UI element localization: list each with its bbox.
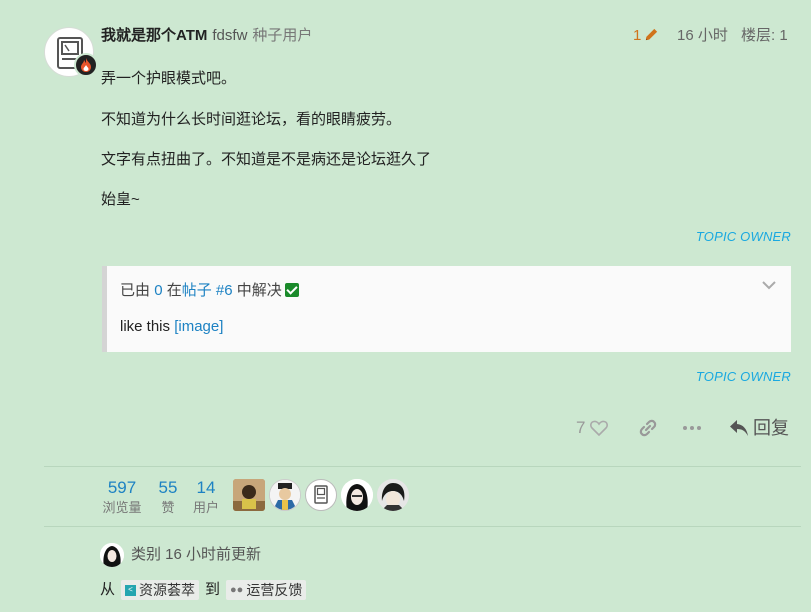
solution-mid: 在 — [166, 282, 182, 299]
flame-icon — [74, 53, 98, 77]
solution-post-link[interactable]: 帖子 #6 — [182, 282, 233, 299]
ellipsis-icon — [683, 426, 701, 430]
second-name[interactable]: fdsfw — [212, 27, 247, 44]
edit-count: 1 — [633, 27, 642, 44]
stat-label: 用户 — [192, 500, 219, 515]
like-button[interactable]: 7 — [576, 417, 609, 439]
post-floor: 楼层: 1 — [741, 27, 788, 44]
category-badge-from[interactable]: < 资源荟萃 — [121, 580, 200, 600]
post-time[interactable]: 16 小时 — [677, 26, 728, 46]
post-paragraph: 不知道为什么长时间逛论坛，看的眼睛疲劳。 — [101, 111, 402, 128]
stat-users: 14 用户 — [191, 478, 221, 516]
participant-avatar[interactable] — [269, 479, 301, 511]
category-name: 运营反馈 — [246, 582, 303, 598]
moderator-avatar[interactable] — [100, 543, 124, 567]
reply-label: 回复 — [753, 418, 789, 438]
participant-avatar[interactable] — [377, 479, 409, 511]
share-link-button[interactable] — [638, 417, 658, 439]
edit-history-button[interactable]: 1 — [633, 26, 659, 46]
to-label: 到 — [205, 581, 221, 598]
post-author: 我就是那个ATM fdsfw 种子用户 — [101, 26, 312, 46]
heart-icon — [590, 420, 609, 436]
reply-button[interactable]: 回复 — [729, 417, 789, 439]
participant-avatar[interactable] — [341, 479, 373, 511]
from-label: 从 — [100, 581, 116, 598]
solution-suffix: 中解决 — [236, 282, 282, 299]
pencil-icon — [646, 28, 658, 41]
check-icon — [284, 283, 299, 297]
link-icon — [639, 419, 657, 437]
reply-icon — [730, 420, 748, 436]
quote-text: like this — [120, 318, 171, 335]
more-actions-button[interactable] — [682, 417, 702, 439]
stat-number: 14 — [196, 478, 216, 497]
category-badge-to[interactable]: ●● 运营反馈 — [226, 580, 307, 600]
category-change-note: 类别 16 小时前更新 — [131, 546, 262, 563]
username-link[interactable]: 我就是那个ATM — [101, 27, 207, 44]
quote-body: like this [image] — [120, 317, 223, 337]
solution-title: 已由 0 在帖子 #6 中解决 — [120, 281, 299, 301]
user-title: 种子用户 — [252, 27, 313, 44]
accepted-solution-quote: 已由 0 在帖子 #6 中解决 like this [image] — [102, 266, 791, 352]
category-name: 资源荟萃 — [139, 582, 196, 598]
post-paragraph: 弄一个护眼模式吧。 — [101, 70, 237, 87]
stat-likes: 55 赞 — [155, 478, 181, 516]
stat-number: 55 — [158, 478, 178, 497]
like-count: 7 — [576, 418, 586, 437]
solver-link[interactable]: 0 — [154, 282, 162, 299]
topic-owner-tag: TOPIC OWNER — [695, 369, 791, 384]
stat-label: 浏览量 — [102, 500, 142, 515]
participant-avatar[interactable] — [305, 479, 337, 511]
divider — [44, 466, 801, 467]
stat-views: 597 浏览量 — [101, 478, 143, 516]
solution-prefix: 已由 — [120, 282, 151, 299]
chevron-down-icon[interactable] — [761, 280, 777, 290]
share-icon: < — [125, 584, 137, 596]
image-link[interactable]: [image] — [174, 318, 223, 335]
post-paragraph: 始皇~ — [101, 191, 140, 208]
stat-label: 赞 — [161, 500, 175, 515]
participant-avatar[interactable] — [233, 479, 265, 511]
topic-owner-tag: TOPIC OWNER — [695, 229, 791, 244]
category-move: 从 < 资源荟萃 到 ●● 运营反馈 — [100, 580, 307, 600]
comments-icon: ●● — [230, 584, 244, 596]
divider — [44, 526, 801, 527]
post-paragraph: 文字有点扭曲了。不知道是不是病还是论坛逛久了 — [101, 151, 432, 168]
stat-number: 597 — [107, 478, 137, 497]
